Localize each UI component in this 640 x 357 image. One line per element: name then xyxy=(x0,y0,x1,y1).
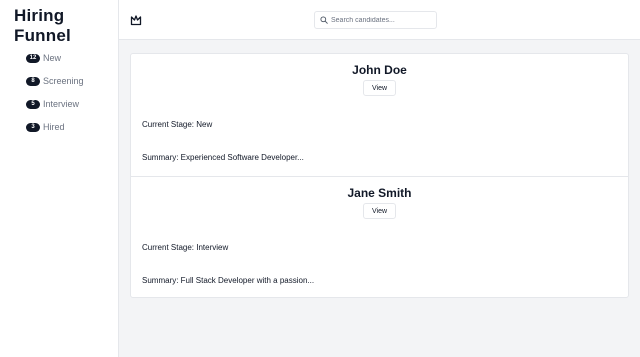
view-button[interactable]: View xyxy=(363,203,396,219)
sidebar-item-label: Hired xyxy=(43,122,65,132)
sidebar: Hiring Funnel 12 New 8 Screening 5 Inter… xyxy=(0,0,119,357)
sidebar-item-label: Screening xyxy=(43,76,84,86)
candidate-card: John Doe View Current Stage: New Summary… xyxy=(131,54,628,176)
search-input[interactable] xyxy=(331,16,431,24)
candidate-name: Jane Smith xyxy=(347,186,412,200)
candidate-summary: Summary: Experienced Software Developer.… xyxy=(142,153,304,162)
sidebar-item-label: Interview xyxy=(43,99,80,109)
sidebar-item-interview[interactable]: 5 Interview xyxy=(26,97,79,111)
app-title: Hiring Funnel xyxy=(14,6,71,45)
candidate-name: John Doe xyxy=(352,63,407,77)
candidate-summary: Summary: Full Stack Developer with a pas… xyxy=(142,276,315,285)
search-box[interactable] xyxy=(314,11,437,29)
candidate-list: John Doe View Current Stage: New Summary… xyxy=(130,53,629,298)
main-content: John Doe View Current Stage: New Summary… xyxy=(119,40,640,357)
sidebar-item-screening[interactable]: 8 Screening xyxy=(26,74,84,88)
crown-outline-icon[interactable] xyxy=(130,14,142,26)
search-icon xyxy=(320,16,328,24)
count-badge: 8 xyxy=(26,76,40,86)
sidebar-item-label: New xyxy=(43,53,62,63)
candidate-stage: Current Stage: Interview xyxy=(142,243,229,252)
count-badge: 12 xyxy=(26,53,40,63)
sidebar-item-hired[interactable]: 3 Hired xyxy=(26,120,65,134)
topbar xyxy=(119,0,640,40)
candidate-stage: Current Stage: New xyxy=(142,120,213,129)
view-button[interactable]: View xyxy=(363,80,396,96)
candidate-card: Jane Smith View Current Stage: Interview… xyxy=(131,176,628,298)
sidebar-item-new[interactable]: 12 New xyxy=(26,51,61,65)
count-badge: 5 xyxy=(26,99,40,109)
count-badge: 3 xyxy=(26,122,40,132)
